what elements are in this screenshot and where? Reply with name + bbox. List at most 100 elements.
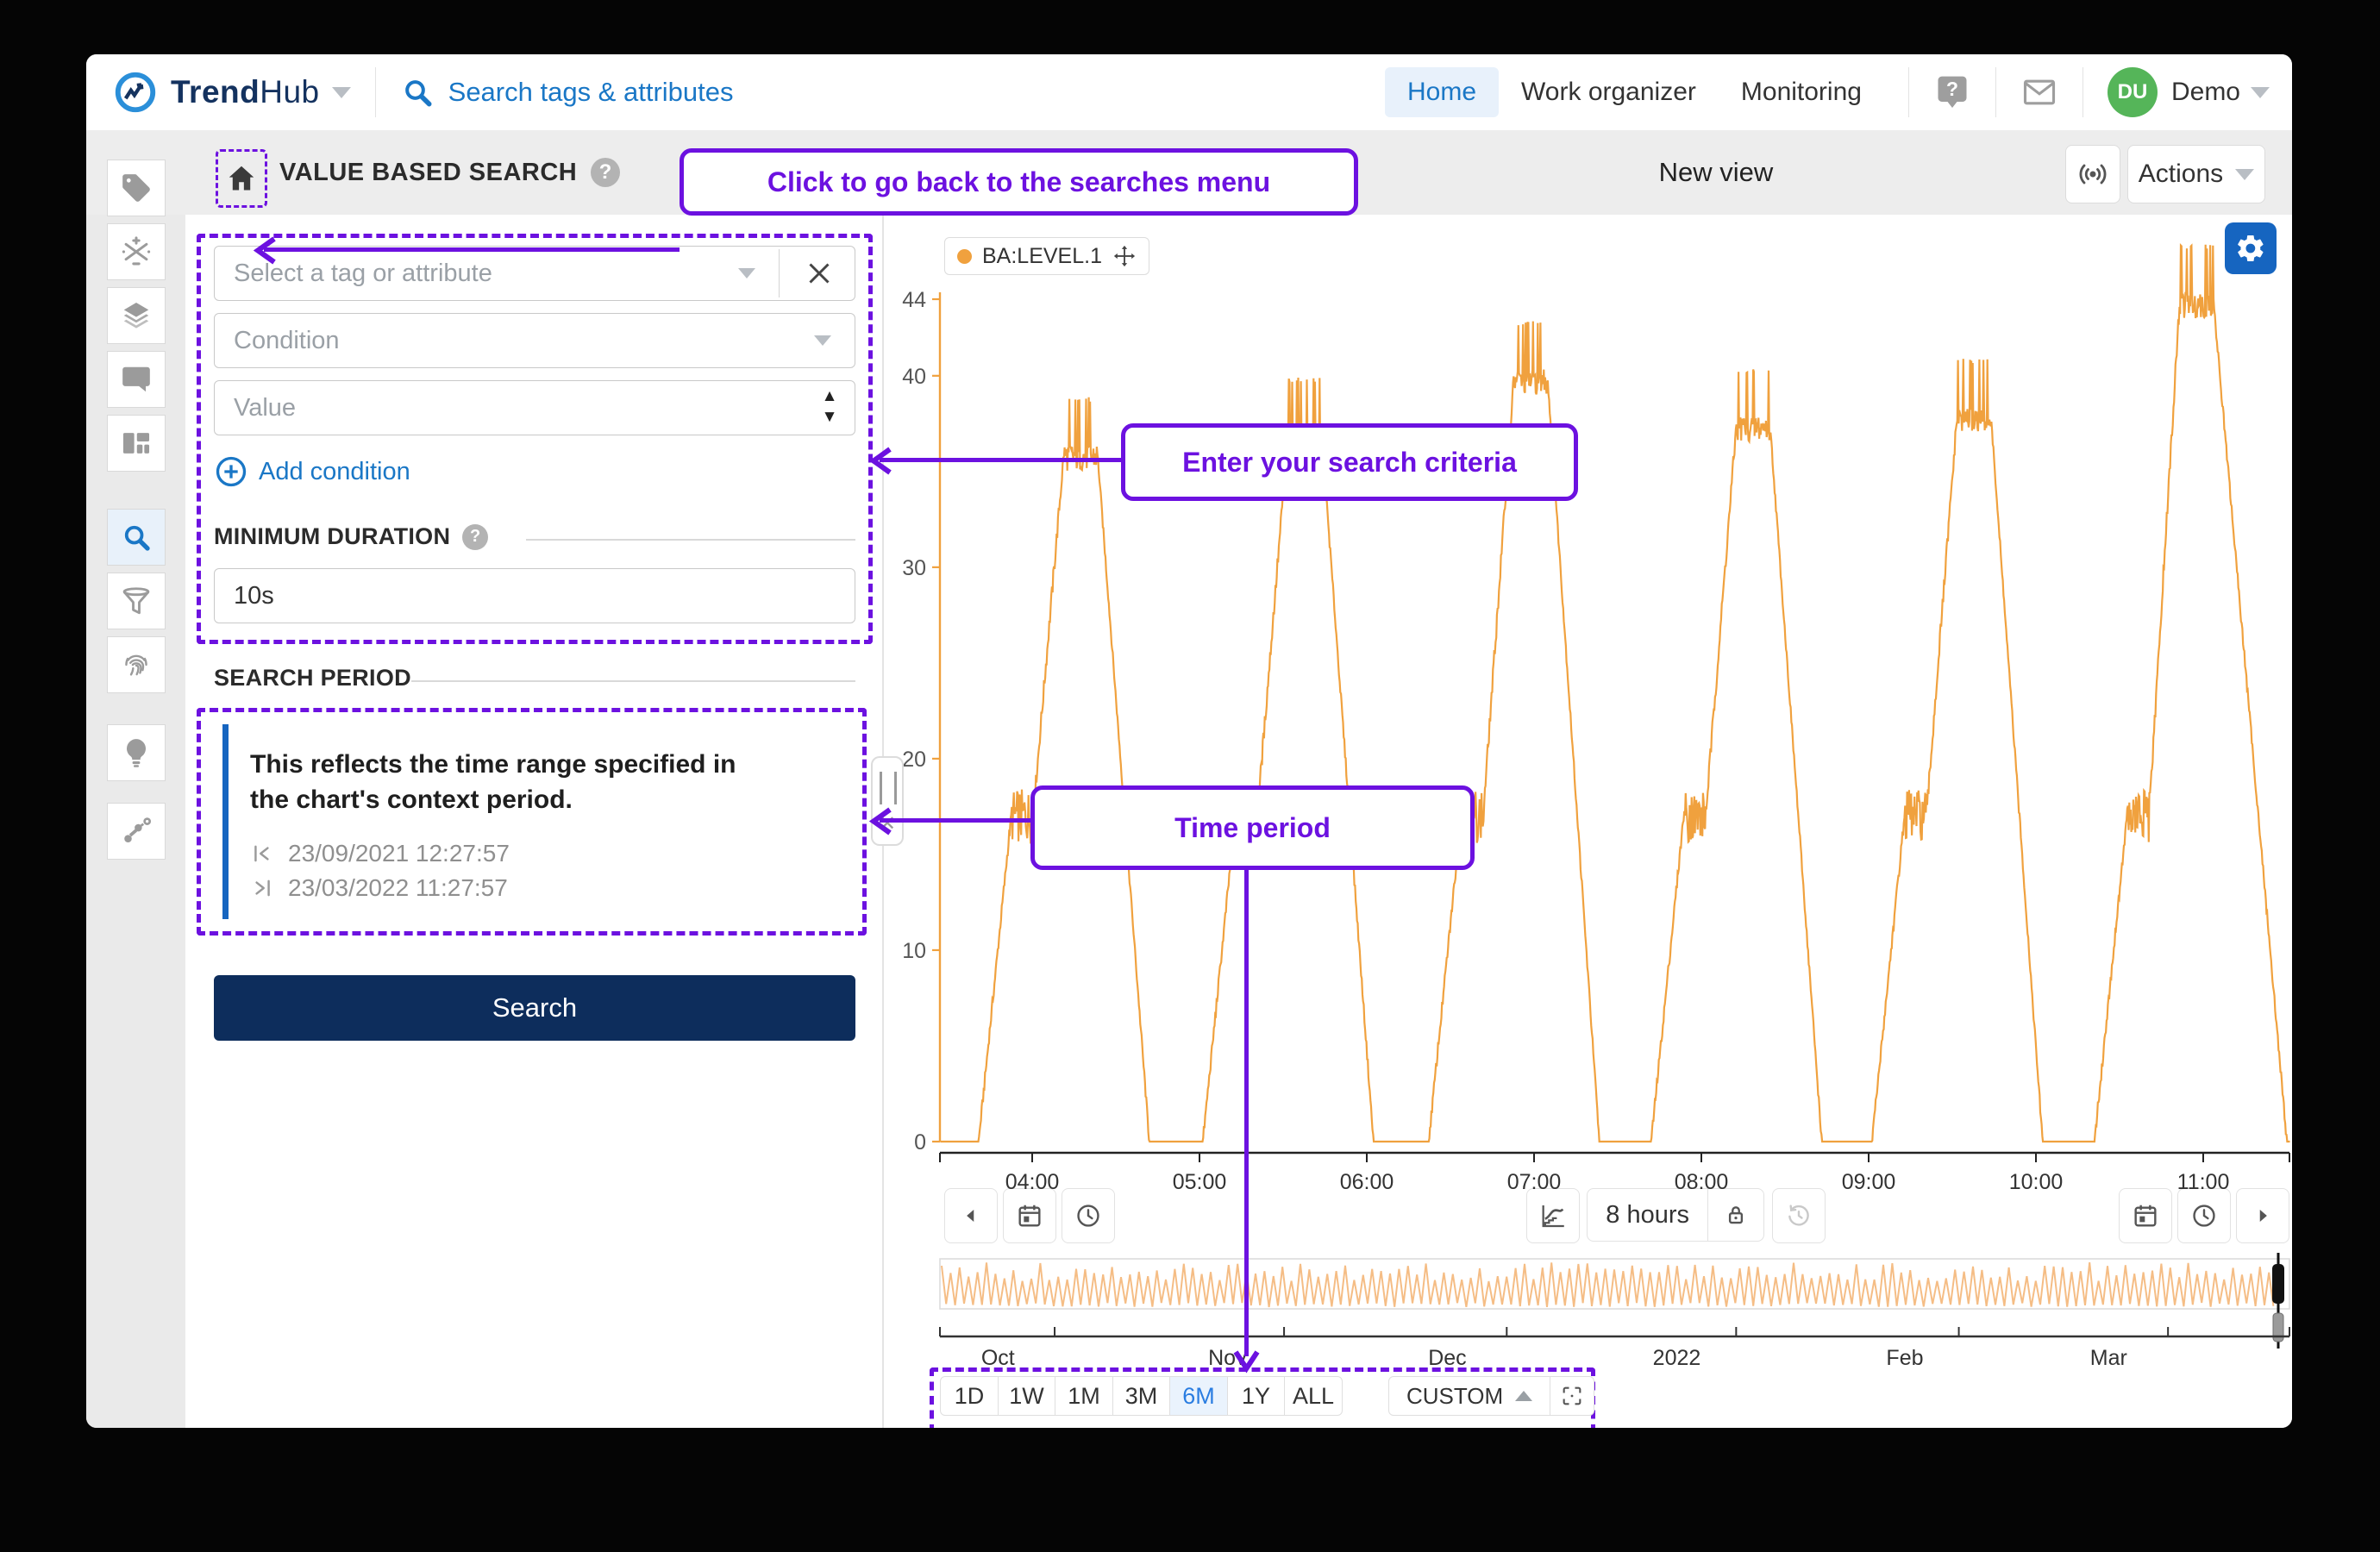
sidebar-item-recommendations[interactable]: [107, 724, 166, 781]
svg-text:11:00: 11:00: [2177, 1170, 2230, 1194]
value-field[interactable]: ▲ ▼: [214, 380, 855, 435]
add-condition-button[interactable]: Add condition: [214, 454, 410, 489]
searches-home-button[interactable]: [216, 149, 267, 208]
svg-text:05:00: 05:00: [1173, 1170, 1227, 1194]
section-divider: [526, 539, 855, 541]
brand-name-bold: Trend: [171, 74, 260, 110]
minimum-duration-field[interactable]: [214, 568, 855, 623]
avatar[interactable]: DU: [2108, 67, 2158, 117]
criteria-annotation-arrowhead: [866, 445, 897, 476]
custom-label: CUSTOM: [1406, 1383, 1503, 1410]
page-title: VALUE BASED SEARCH: [279, 130, 577, 215]
title-help-icon[interactable]: ?: [591, 158, 620, 187]
trend-series: [940, 245, 2289, 1142]
move-icon[interactable]: [1112, 244, 1137, 268]
value-spin-up-icon[interactable]: ▲: [819, 387, 840, 406]
mail-icon[interactable]: [2020, 73, 2058, 111]
back-callout: Click to go back to the searches menu: [680, 148, 1358, 216]
context-bar[interactable]: [940, 1253, 2289, 1349]
chart-settings-button[interactable]: [2225, 222, 2277, 274]
calculations-icon: [120, 235, 153, 268]
sidebar-item-filters[interactable]: [107, 573, 166, 629]
brand-name: TrendHub: [171, 74, 320, 110]
broadcast-button[interactable]: [2065, 145, 2120, 203]
nav-tab-home[interactable]: Home: [1385, 67, 1499, 117]
minimum-duration-input[interactable]: [214, 568, 855, 623]
actions-label: Actions: [2139, 160, 2223, 189]
context-timeline: OctNovDec2022FebMar: [940, 1327, 2289, 1370]
brand-chevron-down-icon[interactable]: [332, 87, 351, 98]
fit-view-button[interactable]: [1550, 1376, 1594, 1416]
user-chevron-down-icon[interactable]: [2251, 87, 2270, 98]
filters-icon: [120, 585, 153, 617]
period-annotation-arrowhead: [866, 805, 897, 836]
sidebar-item-layers[interactable]: [107, 287, 166, 344]
tag-select-input[interactable]: [214, 246, 855, 301]
gear-icon: [2235, 233, 2266, 264]
app-window: TrendHub Search tags & attributes Home W…: [86, 54, 2292, 1428]
back-annotation-arrowhead: [250, 235, 281, 266]
add-condition-label: Add condition: [259, 458, 410, 486]
zoom-preset-1y[interactable]: 1Y: [1227, 1376, 1286, 1416]
actions-button[interactable]: Actions: [2127, 145, 2265, 203]
zoom-preset-all[interactable]: ALL: [1284, 1376, 1343, 1416]
topbar-divider: [2082, 67, 2083, 117]
minimum-duration-label: MINIMUM DURATION ?: [214, 523, 488, 550]
trendhub-logo-icon: [112, 69, 159, 116]
sidebar-item-search[interactable]: [107, 509, 166, 566]
svg-text:Dec: Dec: [1428, 1346, 1466, 1370]
value-input[interactable]: [214, 380, 855, 435]
sidebar-item-monitors[interactable]: [107, 803, 166, 860]
topbar-divider: [1908, 67, 1909, 117]
period-start-value: 23/09/2021 12:27:57: [288, 840, 510, 867]
zoom-preset-6m[interactable]: 6M: [1169, 1376, 1228, 1416]
tag-select[interactable]: [214, 246, 855, 301]
fingerprints-icon: [120, 648, 153, 681]
custom-zoom-button[interactable]: CUSTOM: [1388, 1376, 1550, 1416]
sidebar-item-tag[interactable]: [107, 160, 166, 216]
context-slider-handle[interactable]: [2272, 1253, 2284, 1349]
zoom-preset-3m[interactable]: 3M: [1112, 1376, 1171, 1416]
search-placeholder: Search tags & attributes: [448, 77, 734, 108]
criteria-callout: Enter your search criteria: [1121, 423, 1578, 501]
sidebar-item-comments[interactable]: [107, 351, 166, 408]
view-title: New view: [1630, 130, 1802, 215]
condition-select[interactable]: [214, 313, 855, 368]
zoom-preset-group: 1D1W1M3M6M1YALL: [940, 1376, 1343, 1416]
zoom-preset-1d[interactable]: 1D: [940, 1376, 999, 1416]
zoom-preset-1m[interactable]: 1M: [1055, 1376, 1113, 1416]
global-search[interactable]: Search tags & attributes: [400, 75, 734, 110]
criteria-annotation-line: [880, 458, 1121, 462]
actions-chevron-down-icon: [2235, 169, 2254, 180]
condition-select-input[interactable]: [214, 313, 855, 368]
condition-chevron-icon[interactable]: [814, 335, 831, 346]
value-spin-down-icon[interactable]: ▼: [819, 408, 840, 427]
svg-text:Feb: Feb: [1886, 1346, 1923, 1370]
value-search-panel: ▲ ▼ Add condition MINIMUM DURATION ? SEA…: [185, 215, 884, 1428]
nav-tab-monitoring[interactable]: Monitoring: [1719, 67, 1884, 117]
period-start-row: 23/09/2021 12:27:57: [250, 840, 510, 867]
dashboards-icon: [120, 427, 153, 460]
tag-icon: [120, 172, 153, 204]
custom-chevron-up-icon: [1515, 1391, 1532, 1401]
zoom-preset-1w[interactable]: 1W: [998, 1376, 1056, 1416]
sidebar-item-fingerprints[interactable]: [107, 636, 166, 693]
legend-chip[interactable]: BA:LEVEL.1: [944, 237, 1149, 275]
period-down-line: [1244, 861, 1249, 1356]
period-card-accent: [222, 724, 229, 919]
user-name[interactable]: Demo: [2171, 78, 2240, 107]
svg-text:10:00: 10:00: [2009, 1170, 2064, 1194]
sidebar-item-calculations[interactable]: [107, 223, 166, 280]
duration-help-icon[interactable]: ?: [462, 524, 488, 550]
sidebar-item-dashboards[interactable]: [107, 415, 166, 472]
help-icon[interactable]: ?: [1933, 73, 1971, 111]
nav-tab-work-organizer[interactable]: Work organizer: [1499, 67, 1719, 117]
tag-clear-icon[interactable]: [804, 258, 835, 289]
period-end-icon: [250, 876, 274, 900]
brand[interactable]: TrendHub: [86, 69, 351, 116]
period-end-row: 23/03/2022 11:27:57: [250, 874, 508, 902]
search-button[interactable]: Search: [214, 975, 855, 1041]
period-annotation-line: [880, 818, 1030, 823]
tag-select-chevron-icon[interactable]: [738, 268, 755, 278]
comments-icon: [120, 363, 153, 396]
